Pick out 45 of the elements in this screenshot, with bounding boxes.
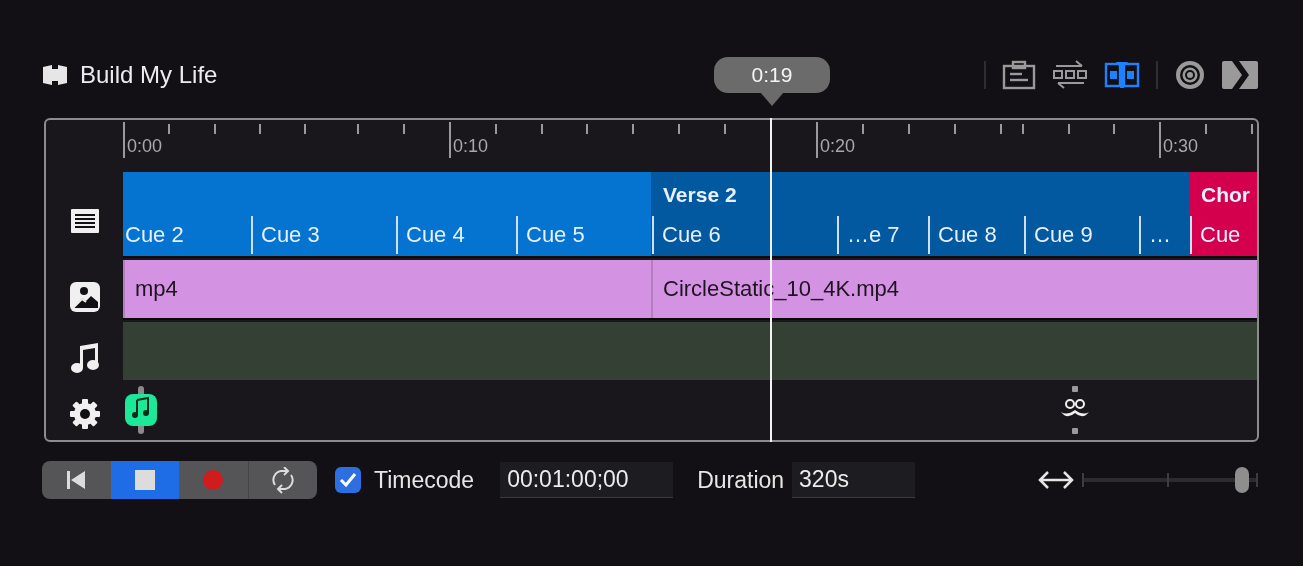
- time-label: 0:00: [127, 136, 163, 157]
- cue-label[interactable]: Cue 8: [928, 216, 1024, 254]
- group-label: Chor: [1201, 183, 1250, 207]
- next-button[interactable]: [1222, 61, 1258, 89]
- settings-icon[interactable]: [68, 398, 101, 431]
- image-icon[interactable]: [69, 281, 100, 312]
- time-label: 0:10: [453, 136, 489, 157]
- cue-label[interactable]: Cue 3: [251, 216, 396, 254]
- stop-button[interactable]: [110, 461, 179, 499]
- cue-group[interactable]: Chor Cue: [1189, 172, 1257, 256]
- time-label: 0:30: [1163, 136, 1199, 157]
- zoom-slider[interactable]: [1082, 467, 1258, 493]
- duration-label: Duration: [697, 466, 785, 494]
- playhead-pointer-icon: [760, 92, 784, 106]
- group-label: Verse 2: [663, 183, 737, 207]
- timecode-label: Timecode: [374, 466, 475, 494]
- cue-group[interactable]: Verse 2 Cue 6 …e 7 Cue 8 Cue 9 …: [651, 172, 1189, 256]
- slider-thumb[interactable]: [1235, 467, 1250, 493]
- record-icon: [203, 470, 224, 490]
- cue-label[interactable]: Cue 4: [396, 216, 516, 254]
- cue-label[interactable]: Cue: [1190, 216, 1257, 254]
- music-icon[interactable]: [69, 341, 100, 374]
- swap-button[interactable]: [1052, 60, 1088, 90]
- skip-back-icon: [65, 469, 88, 491]
- clipboard-button[interactable]: [1002, 60, 1036, 90]
- music-marker-icon[interactable]: [125, 386, 157, 434]
- resize-horizontal-icon: [1038, 470, 1074, 490]
- mustache-marker-icon[interactable]: [1059, 386, 1091, 434]
- timecode-checkbox[interactable]: [335, 467, 361, 493]
- cue-label[interactable]: Cue 9: [1024, 216, 1139, 254]
- media-clip[interactable]: CircleStatic_10_4K.mp4: [651, 260, 1257, 318]
- cue-label[interactable]: Cue 2: [123, 216, 251, 254]
- time-label: 0:20: [820, 136, 856, 157]
- checkmark-icon: [339, 472, 357, 488]
- target-button[interactable]: [1174, 60, 1206, 90]
- cue-group[interactable]: Cue 2 Cue 3 Cue 4 Cue 5: [123, 172, 651, 256]
- split-button[interactable]: [1104, 60, 1140, 90]
- book-icon: [42, 64, 68, 86]
- duration-field[interactable]: 320s: [792, 462, 916, 498]
- timecode-field[interactable]: 00:01:00;00: [500, 462, 674, 498]
- stop-icon: [134, 470, 155, 490]
- media-clip[interactable]: mp4: [123, 260, 651, 318]
- slides-icon[interactable]: [69, 208, 100, 235]
- project-title: Build My Life: [80, 61, 218, 89]
- cue-label[interactable]: …e 7: [837, 216, 928, 254]
